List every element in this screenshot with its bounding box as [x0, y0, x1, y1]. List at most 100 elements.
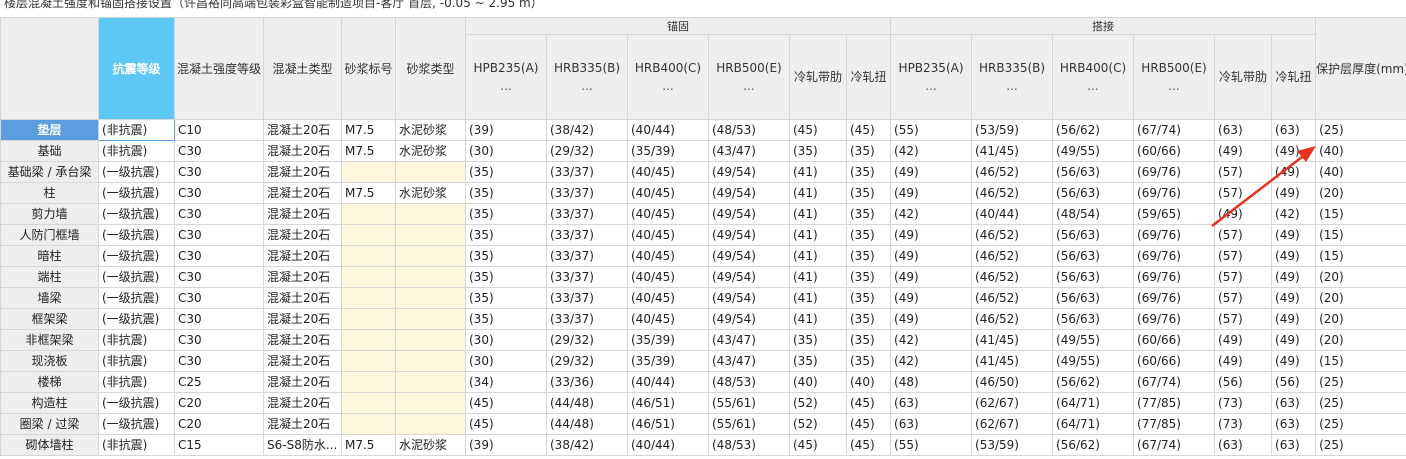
cell-lap[interactable]: (46/52) — [971, 287, 1054, 309]
cell-concrete-grade[interactable]: C30 — [174, 308, 264, 330]
cell-mortar-grade[interactable]: M7.5 — [341, 182, 396, 204]
cell-lap[interactable]: (56/63) — [1052, 266, 1135, 288]
cell-anchor[interactable]: (48/53) — [708, 434, 790, 456]
cell-lap[interactable]: (60/66) — [1133, 350, 1216, 372]
row-header[interactable]: 暗柱 — [0, 245, 99, 267]
header-lap-steel-3[interactable]: HRB500(E)... — [1133, 34, 1216, 120]
cell-lap[interactable]: (41/45) — [971, 140, 1054, 162]
cell-concrete-grade[interactable]: C30 — [174, 266, 264, 288]
cell-mortar-type[interactable] — [395, 371, 466, 393]
cell-mortar-type[interactable] — [395, 413, 466, 435]
cell-seismic[interactable]: (非抗震) — [98, 140, 175, 162]
cell-concrete-type[interactable]: 混凝土20石 — [263, 245, 342, 267]
cell-lap[interactable]: (77/85) — [1133, 413, 1216, 435]
cell-anchor[interactable]: (35) — [465, 308, 547, 330]
cell-mortar-type[interactable]: 水泥砂浆 — [395, 434, 466, 456]
cell-concrete-grade[interactable]: C30 — [174, 287, 264, 309]
row-header[interactable]: 构造柱 — [0, 392, 99, 414]
cell-anchor[interactable]: (45) — [465, 413, 547, 435]
cell-lap[interactable]: (63) — [1271, 119, 1317, 141]
cell-anchor[interactable]: (52) — [789, 413, 847, 435]
cell-mortar-grade[interactable] — [341, 329, 396, 351]
cell-anchor[interactable]: (55/61) — [708, 413, 790, 435]
cell-anchor[interactable]: (40/45) — [627, 224, 709, 246]
header-concrete-grade[interactable]: 混凝土强度等级 — [174, 17, 264, 120]
cell-mortar-type[interactable]: 水泥砂浆 — [395, 140, 466, 162]
header-mortar-type[interactable]: 砂浆类型 — [395, 17, 466, 120]
header-concrete-type[interactable]: 混凝土类型 — [263, 17, 342, 120]
cell-lap[interactable]: (63) — [1271, 434, 1317, 456]
cell-anchor[interactable]: (33/37) — [546, 203, 628, 225]
cell-lap[interactable]: (56/62) — [1052, 119, 1135, 141]
cell-lap[interactable]: (49) — [1271, 182, 1317, 204]
cell-cover[interactable]: (15) — [1315, 224, 1406, 246]
cell-anchor[interactable]: (30) — [465, 329, 547, 351]
cell-mortar-type[interactable] — [395, 350, 466, 372]
cell-lap[interactable]: (49) — [890, 224, 973, 246]
cell-cover[interactable]: (20) — [1315, 308, 1406, 330]
row-header[interactable]: 砌体墙柱 — [0, 434, 99, 456]
cell-anchor[interactable]: (45) — [845, 434, 892, 456]
row-header[interactable]: 楼梯 — [0, 371, 99, 393]
cell-cover[interactable]: (20) — [1315, 287, 1406, 309]
cell-concrete-grade[interactable]: C30 — [174, 245, 264, 267]
cell-cover[interactable]: (25) — [1315, 371, 1406, 393]
cell-anchor[interactable]: (48/53) — [708, 371, 790, 393]
cell-anchor[interactable]: (38/42) — [546, 434, 628, 456]
cell-lap[interactable]: (62/67) — [971, 413, 1054, 435]
cell-concrete-type[interactable]: 混凝土20石 — [263, 413, 342, 435]
cell-seismic[interactable]: (一级抗震) — [98, 266, 175, 288]
cell-anchor[interactable]: (40/44) — [627, 371, 709, 393]
cell-lap[interactable]: (69/76) — [1133, 287, 1216, 309]
cell-mortar-grade[interactable] — [341, 203, 396, 225]
cell-lap[interactable]: (57) — [1214, 182, 1273, 204]
table-row[interactable]: 构造柱 (一级抗震) C20 混凝土20石 (45) (44/48) (46/51) (55/… — [0, 392, 1406, 414]
cell-lap[interactable]: (49) — [1271, 350, 1317, 372]
cell-anchor[interactable]: (35) — [465, 287, 547, 309]
cell-anchor[interactable]: (44/48) — [546, 413, 628, 435]
cell-lap[interactable]: (69/76) — [1133, 308, 1216, 330]
cell-lap[interactable]: (46/50) — [971, 371, 1054, 393]
header-anchor-steel-3[interactable]: HRB500(E)... — [708, 34, 790, 120]
cell-lap[interactable]: (46/52) — [971, 224, 1054, 246]
cell-mortar-type[interactable] — [395, 161, 466, 183]
cell-lap[interactable]: (49) — [1271, 140, 1317, 162]
cell-lap[interactable]: (60/66) — [1133, 329, 1216, 351]
cell-lap[interactable]: (56/63) — [1052, 308, 1135, 330]
cell-anchor[interactable]: (52) — [789, 392, 847, 414]
cell-cover[interactable]: (15) — [1315, 350, 1406, 372]
cell-lap[interactable]: (69/76) — [1133, 266, 1216, 288]
header-anchor-steel-5[interactable]: 冷轧扭 — [845, 34, 892, 120]
cell-anchor[interactable]: (33/37) — [546, 182, 628, 204]
cell-anchor[interactable]: (49/54) — [708, 245, 790, 267]
cell-mortar-type[interactable] — [395, 224, 466, 246]
cell-lap[interactable]: (56/63) — [1052, 224, 1135, 246]
cell-anchor[interactable]: (41) — [789, 182, 847, 204]
row-header[interactable]: 非框架梁 — [0, 329, 99, 351]
cell-lap[interactable]: (49) — [890, 266, 973, 288]
cell-lap[interactable]: (57) — [1214, 224, 1273, 246]
cell-seismic[interactable]: (非抗震) — [98, 371, 175, 393]
cell-anchor[interactable]: (29/32) — [546, 350, 628, 372]
cell-concrete-grade[interactable]: C30 — [174, 182, 264, 204]
cell-concrete-grade[interactable]: C20 — [174, 413, 264, 435]
cell-mortar-grade[interactable] — [341, 266, 396, 288]
cell-lap[interactable]: (57) — [1214, 308, 1273, 330]
row-header[interactable]: 基础 — [0, 140, 99, 162]
cell-lap[interactable]: (63) — [1214, 119, 1273, 141]
cell-seismic[interactable]: (一级抗震) — [98, 224, 175, 246]
cell-cover[interactable]: (25) — [1315, 413, 1406, 435]
cell-concrete-type[interactable]: 混凝土20石 — [263, 392, 342, 414]
cell-lap[interactable]: (42) — [890, 329, 973, 351]
cell-lap[interactable]: (53/59) — [971, 434, 1054, 456]
cell-anchor[interactable]: (35) — [465, 161, 547, 183]
cell-cover[interactable]: (25) — [1315, 119, 1406, 141]
cell-concrete-type[interactable]: 混凝土20石 — [263, 140, 342, 162]
cell-lap[interactable]: (49/55) — [1052, 350, 1135, 372]
cell-mortar-grade[interactable]: M7.5 — [341, 434, 396, 456]
cell-lap[interactable]: (49) — [890, 182, 973, 204]
cell-anchor[interactable]: (40/45) — [627, 287, 709, 309]
cell-anchor[interactable]: (39) — [465, 119, 547, 141]
cell-lap[interactable]: (42) — [890, 140, 973, 162]
cell-lap[interactable]: (56) — [1214, 371, 1273, 393]
